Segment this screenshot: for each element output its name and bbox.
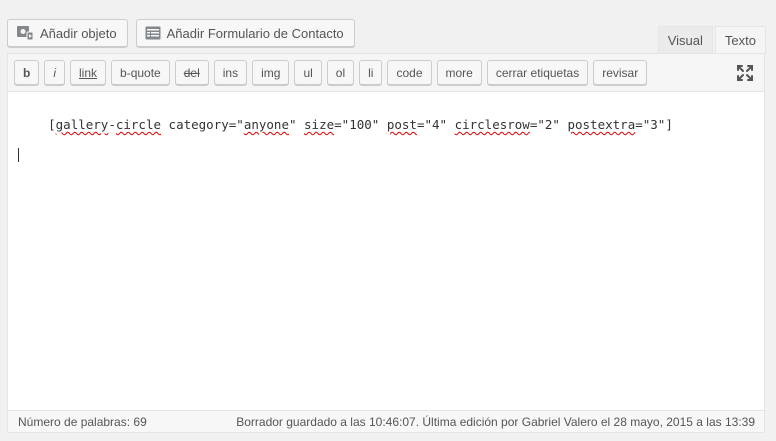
media-buttons: Añadir objeto Añadir Formulario de Conta…: [7, 19, 355, 47]
word-count: Número de palabras: 69: [18, 415, 147, 429]
misspelled-word: gallery: [55, 117, 109, 132]
fullscreen-icon[interactable]: [736, 64, 754, 82]
text-cursor: [18, 148, 19, 162]
proofread-button[interactable]: revisar: [593, 60, 648, 85]
text-editor: b i link b-quote del ins img ul ol li co…: [7, 53, 765, 433]
text-fragment: ="4": [416, 117, 455, 132]
add-contact-form-label: Añadir Formulario de Contacto: [166, 25, 344, 41]
delete-button[interactable]: del: [174, 60, 209, 85]
text-fragment: ="2": [529, 117, 568, 132]
code-button[interactable]: code: [387, 60, 432, 85]
bold-button[interactable]: b: [14, 60, 40, 85]
quicktags-row: b i link b-quote del ins img ul ol li co…: [14, 60, 648, 85]
shortcode-line: [gallery-circle category="anyone" size="…: [48, 117, 673, 132]
unordered-list-button[interactable]: ul: [294, 60, 322, 85]
misspelled-word: anyone: [243, 117, 289, 132]
text-fragment: -: [108, 117, 116, 132]
text-fragment: ="3"]: [635, 117, 673, 132]
quicktags-toolbar: b i link b-quote del ins img ul ol li co…: [8, 54, 764, 92]
ordered-list-button[interactable]: ol: [326, 60, 355, 85]
misspelled-word: post: [386, 117, 417, 132]
media-icon: [16, 25, 34, 41]
text-fragment: ": [288, 117, 305, 132]
status-bar: Número de palabras: 69 Borrador guardado…: [8, 410, 764, 432]
draft-status: Borrador guardado a las 10:46:07. Última…: [236, 415, 755, 429]
editor-content[interactable]: [gallery-circle category="anyone" size="…: [18, 102, 754, 192]
misspelled-word: circlesrow: [454, 117, 530, 132]
blockquote-button[interactable]: b-quote: [111, 60, 170, 85]
misspelled-word: circle: [115, 117, 162, 132]
text-fragment: ="100": [334, 117, 387, 132]
tab-visual[interactable]: Visual: [657, 26, 713, 53]
close-tags-button[interactable]: cerrar etiquetas: [486, 60, 589, 85]
form-icon: [145, 26, 161, 40]
more-button[interactable]: more: [436, 60, 482, 85]
image-button[interactable]: img: [252, 60, 290, 85]
add-contact-form-button[interactable]: Añadir Formulario de Contacto: [135, 19, 355, 47]
italic-button[interactable]: i: [44, 60, 66, 85]
add-media-label: Añadir objeto: [40, 25, 117, 41]
list-item-button[interactable]: li: [359, 60, 383, 85]
misspelled-word: size: [304, 117, 335, 132]
text-fragment: category=": [161, 117, 244, 132]
insert-button[interactable]: ins: [213, 60, 248, 85]
text-fragment: [: [48, 117, 56, 132]
tab-text[interactable]: Texto: [714, 26, 766, 54]
link-button[interactable]: link: [70, 60, 107, 85]
editor-tabs: Visual Texto: [657, 26, 766, 54]
misspelled-word: postextra: [567, 117, 636, 132]
add-media-button[interactable]: Añadir objeto: [7, 19, 128, 47]
